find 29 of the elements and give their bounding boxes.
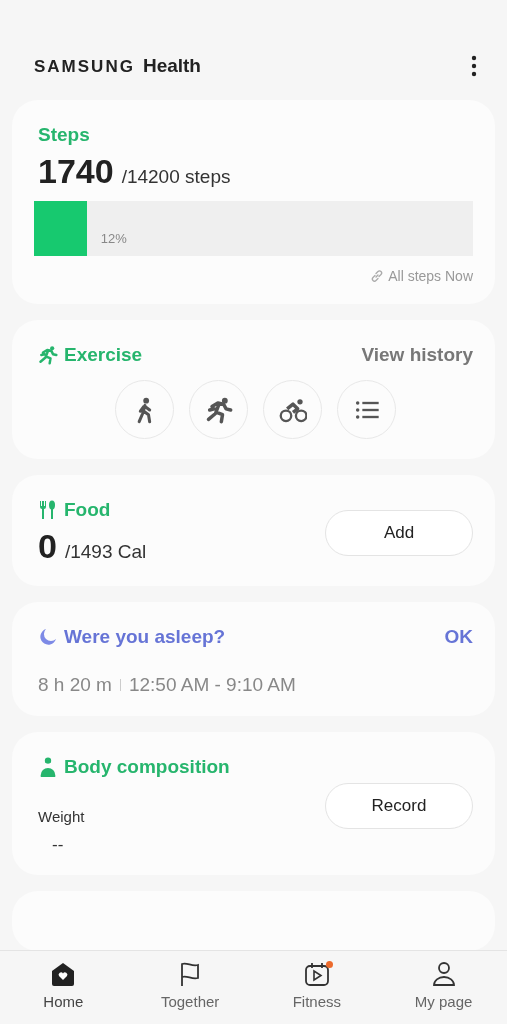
sleep-card[interactable]: Were you asleep? OK 8 h 20 m 12:50 AM - 9:10 AM (12, 602, 495, 716)
nav-tab[interactable]: My page (380, 951, 507, 1024)
steps-goal: /14200 steps (121, 166, 231, 188)
source-label: All steps Now (388, 268, 473, 284)
view-history-link[interactable]: View history (361, 344, 473, 366)
ok-button[interactable]: OK (444, 626, 473, 648)
card-title: Food (64, 499, 111, 521)
nav-tab[interactable]: Together (126, 951, 254, 1024)
card-title: Were you asleep? (64, 626, 226, 648)
weight-value: -- (52, 835, 65, 855)
weight-label: Weight (38, 808, 86, 825)
progress-percent: 12% (100, 231, 127, 246)
food-card[interactable]: Food 0 /1493 Cal Add (12, 475, 495, 586)
calorie-goal: /1493 Cal (64, 541, 147, 563)
sleep-time-range: 12:50 AM - 9:10 AM (128, 674, 296, 696)
record-button[interactable]: Record (325, 782, 473, 829)
nav-tab[interactable]: Fitness (253, 951, 381, 1024)
card-title: Body composition (64, 756, 230, 778)
steps-count: 1740 (38, 152, 114, 191)
card-title: Steps (38, 124, 91, 146)
nav-tab[interactable]: Home (0, 951, 127, 1024)
sleep-duration: 8 h 20 m (38, 674, 112, 696)
app-title: Health (142, 55, 201, 77)
body-composition-card[interactable]: Body composition Weight -- Record (12, 732, 495, 875)
card-title: Exercise (64, 344, 143, 366)
steps-card[interactable]: Steps 1740 /14200 steps 12% All steps Now (12, 100, 495, 304)
calorie-count: 0 (38, 527, 57, 566)
add-button[interactable]: Add (325, 509, 473, 556)
brand-logo: SAMSUNG (34, 57, 135, 77)
